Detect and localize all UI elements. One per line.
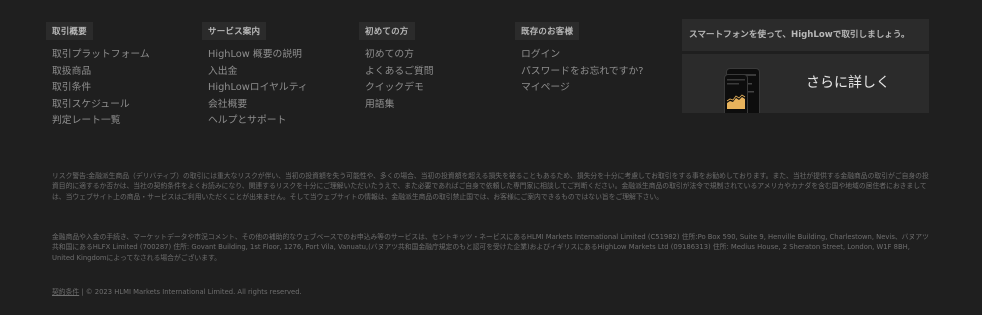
- link-login[interactable]: ログイン: [521, 47, 643, 64]
- column-heading: サービス案内: [202, 22, 267, 40]
- link-help[interactable]: ヘルプとサポート: [208, 113, 308, 130]
- link-trading-platform[interactable]: 取引プラットフォーム: [52, 47, 150, 64]
- link-glossary[interactable]: 用語集: [365, 97, 434, 114]
- mobile-app-promo: スマートフォンを使って、HighLowで取引しましょう。 さらに詳しく: [682, 19, 929, 113]
- link-quick-demo[interactable]: クイックデモ: [365, 80, 434, 97]
- copyright-text: | © 2023 HLMI Markets International Limi…: [79, 288, 302, 296]
- column-heading: 取引概要: [46, 22, 93, 40]
- link-overview[interactable]: HighLow 概要の説明: [208, 47, 308, 64]
- promo-link-panel[interactable]: さらに詳しく: [682, 54, 929, 113]
- footer-column-beginners: 初めての方 初めての方 よくあるご質問 クイックデモ 用語集: [359, 19, 434, 113]
- promo-headline: スマートフォンを使って、HighLowで取引しましょう。: [682, 19, 929, 51]
- footer-column-trading: 取引概要 取引プラットフォーム 取扱商品 取引条件 取引スケジュール 判定レート…: [46, 19, 150, 130]
- link-trading-schedule[interactable]: 取引スケジュール: [52, 97, 150, 114]
- link-my-page[interactable]: マイページ: [521, 80, 643, 97]
- link-deposit-withdrawal[interactable]: 入出金: [208, 64, 308, 81]
- link-loyalty[interactable]: HighLowロイヤルティ: [208, 80, 308, 97]
- terms-link[interactable]: 契約条件: [52, 288, 79, 296]
- link-rate-list[interactable]: 判定レート一覧: [52, 113, 150, 130]
- link-forgot-password[interactable]: パスワードをお忘れですか?: [521, 64, 643, 81]
- link-products[interactable]: 取扱商品: [52, 64, 150, 81]
- link-beginners[interactable]: 初めての方: [365, 47, 434, 64]
- link-faq[interactable]: よくあるご質問: [365, 64, 434, 81]
- column-heading: 初めての方: [359, 22, 415, 40]
- learn-more-link[interactable]: さらに詳しく: [806, 72, 890, 92]
- link-company[interactable]: 会社概要: [208, 97, 308, 114]
- footer-column-existing-customers: 既存のお客様 ログイン パスワードをお忘れですか? マイページ: [515, 19, 643, 97]
- company-info-text: 金融商品や入金の手続き、マーケットデータや市況コメント、その他の補助的なウェブベ…: [52, 233, 929, 262]
- risk-warning-text: リスク警告:金融派生商品（デリバティブ）の取引には重大なリスクが伴い、当初の投資…: [52, 172, 929, 201]
- link-trading-conditions[interactable]: 取引条件: [52, 80, 150, 97]
- footer-column-services: サービス案内 HighLow 概要の説明 入出金 HighLowロイヤルティ 会…: [202, 19, 308, 130]
- column-heading: 既存のお客様: [515, 22, 580, 40]
- copyright-line: 契約条件 | © 2023 HLMI Markets International…: [52, 286, 302, 296]
- phone-front-image: [724, 74, 748, 113]
